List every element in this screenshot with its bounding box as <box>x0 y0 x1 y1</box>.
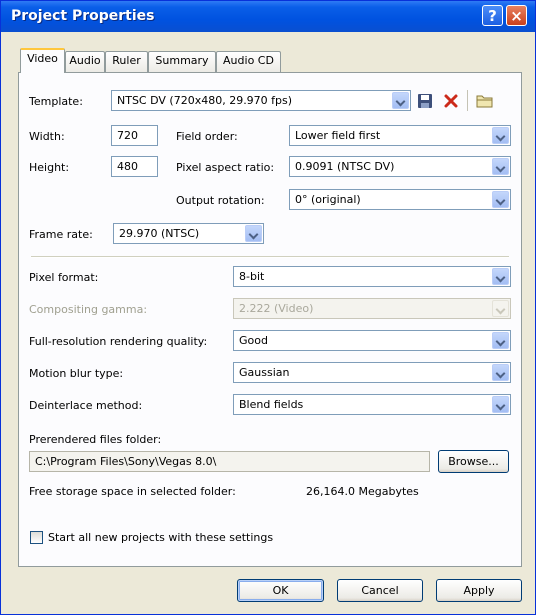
folder-icon[interactable] <box>476 93 494 109</box>
tab-summary[interactable]: Summary <box>148 51 216 72</box>
width-label: Width: <box>29 130 65 143</box>
pixel-aspect-select[interactable]: 0.9091 (NTSC DV) <box>289 156 511 177</box>
delete-icon[interactable] <box>443 93 459 109</box>
motion-blur-label: Motion blur type: <box>29 367 124 380</box>
tab-ruler[interactable]: Ruler <box>105 51 148 72</box>
pixel-format-label: Pixel format: <box>29 271 99 284</box>
pixel-format-value: 8-bit <box>239 270 265 283</box>
field-order-select[interactable]: Lower field first <box>289 125 511 146</box>
chevron-down-icon[interactable] <box>492 158 509 175</box>
pixel-aspect-value: 0.9091 (NTSC DV) <box>295 160 395 173</box>
motion-blur-value: Gaussian <box>239 366 290 379</box>
compositing-gamma-label: Compositing gamma: <box>29 303 148 316</box>
video-tab-panel: Template: NTSC DV (720x480, 29.970 fps) … <box>18 72 522 567</box>
start-all-checkbox[interactable] <box>30 531 43 544</box>
frame-rate-select[interactable]: 29.970 (NTSC) <box>113 223 264 244</box>
ok-button[interactable]: OK <box>237 579 324 602</box>
tab-audio[interactable]: Audio <box>65 51 105 72</box>
deinterlace-label: Deinterlace method: <box>29 399 143 412</box>
rendering-quality-value: Good <box>239 334 268 347</box>
height-field[interactable]: 480 <box>111 156 158 177</box>
chevron-down-icon[interactable] <box>245 225 262 242</box>
pixel-format-select[interactable]: 8-bit <box>233 266 511 287</box>
tab-video[interactable]: Video <box>20 48 65 73</box>
browse-button[interactable]: Browse... <box>438 450 509 473</box>
frame-rate-label: Frame rate: <box>29 228 93 241</box>
chevron-down-icon[interactable] <box>492 396 509 413</box>
rendering-quality-select[interactable]: Good <box>233 330 511 351</box>
start-all-label[interactable]: Start all new projects with these settin… <box>48 531 273 544</box>
deinterlace-value: Blend fields <box>239 398 304 411</box>
height-label: Height: <box>29 161 70 174</box>
rendering-quality-label: Full-resolution rendering quality: <box>29 335 208 348</box>
chevron-down-icon <box>492 300 509 317</box>
deinterlace-select[interactable]: Blend fields <box>233 394 511 415</box>
motion-blur-select[interactable]: Gaussian <box>233 362 511 383</box>
template-value: NTSC DV (720x480, 29.970 fps) <box>117 94 293 107</box>
help-button[interactable]: ? <box>482 5 503 26</box>
width-field[interactable]: 720 <box>111 125 158 146</box>
save-icon[interactable] <box>417 93 433 109</box>
chevron-down-icon[interactable] <box>492 268 509 285</box>
close-button[interactable]: × <box>506 5 527 26</box>
field-order-label: Field order: <box>176 130 238 143</box>
template-label: Template: <box>29 95 83 108</box>
field-order-value: Lower field first <box>295 129 381 142</box>
tab-audio-cd[interactable]: Audio CD <box>216 51 281 72</box>
output-rotation-label: Output rotation: <box>176 194 265 207</box>
frame-rate-value: 29.970 (NTSC) <box>119 227 200 240</box>
chevron-down-icon[interactable] <box>492 364 509 381</box>
title-bar[interactable]: Project Properties ? × <box>1 1 535 32</box>
toolbar-divider <box>467 90 468 111</box>
output-rotation-select[interactable]: 0° (original) <box>289 189 511 210</box>
dialog-body: Video Audio Ruler Summary Audio CD Templ… <box>4 32 532 611</box>
apply-button[interactable]: Apply <box>436 579 522 602</box>
section-divider <box>31 256 509 258</box>
chevron-down-icon[interactable] <box>392 92 409 109</box>
free-storage-value: 26,164.0 Megabytes <box>306 485 419 498</box>
project-properties-dialog: Project Properties ? × Video Audio Ruler… <box>0 0 536 615</box>
prerender-folder-path[interactable]: C:\Program Files\Sony\Vegas 8.0\ <box>29 451 430 472</box>
chevron-down-icon[interactable] <box>492 127 509 144</box>
chevron-down-icon[interactable] <box>492 332 509 349</box>
cancel-button[interactable]: Cancel <box>337 579 423 602</box>
prerender-folder-value: C:\Program Files\Sony\Vegas 8.0\ <box>35 455 217 468</box>
window-title: Project Properties <box>11 8 155 24</box>
height-value: 480 <box>117 160 138 173</box>
chevron-down-icon[interactable] <box>492 191 509 208</box>
template-select[interactable]: NTSC DV (720x480, 29.970 fps) <box>111 90 411 111</box>
prerender-folder-label: Prerendered files folder: <box>29 433 162 446</box>
output-rotation-value: 0° (original) <box>295 193 361 206</box>
width-value: 720 <box>117 129 138 142</box>
free-storage-label: Free storage space in selected folder: <box>29 485 236 498</box>
pixel-aspect-label: Pixel aspect ratio: <box>176 161 275 174</box>
compositing-gamma-select: 2.222 (Video) <box>233 298 511 319</box>
compositing-gamma-value: 2.222 (Video) <box>239 302 314 315</box>
